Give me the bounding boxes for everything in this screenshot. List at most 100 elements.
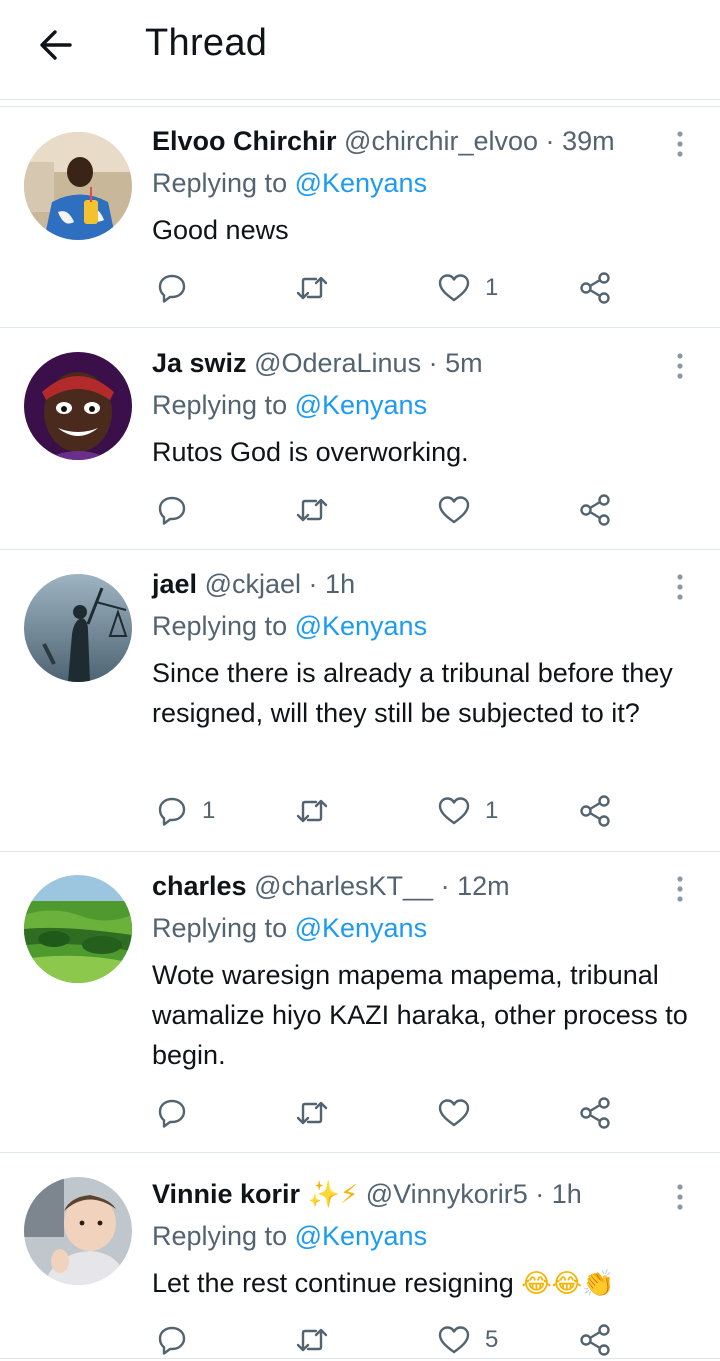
timestamp[interactable]: 12m [457,871,510,901]
page-title: Thread [145,22,268,64]
author-handle[interactable]: @OderaLinus [254,348,421,378]
share-icon [580,795,610,827]
avatar-image [24,1177,132,1285]
tweet-header: Ja swiz @OderaLinus · 5m [152,346,483,380]
reply-icon [158,274,186,303]
more-vertical-icon [677,1184,683,1210]
replying-to: Replying to @Kenyans [152,388,427,422]
more-button[interactable] [668,1179,692,1215]
author-handle[interactable]: @Vinnykorir5 [366,1179,528,1209]
like-button[interactable]: 1 [437,268,498,308]
author-name[interactable]: Elvoo Chirchir [152,126,337,156]
arrow-left-icon [40,30,72,60]
share-button[interactable] [578,1093,612,1133]
mention-link[interactable]: @Kenyans [295,168,427,198]
avatar[interactable] [24,1177,132,1285]
like-count: 5 [485,1326,499,1353]
retweet-icon [296,276,328,300]
replying-to-label: Replying to [152,168,295,198]
mention-link[interactable]: @Kenyans [295,1221,427,1251]
replying-to-label: Replying to [152,611,295,641]
mention-link[interactable]: @Kenyans [295,913,427,943]
retweet-button[interactable] [294,1093,344,1133]
author-name[interactable]: Ja swiz [152,348,247,378]
avatar[interactable] [24,132,132,240]
reply-icon [158,1326,186,1355]
reply-button[interactable]: 1 [156,791,215,831]
author-name[interactable]: charles [152,871,247,901]
more-button[interactable] [668,569,692,605]
tweet[interactable]: Vinnie korir ✨⚡ @Vinnykorir5 · 1h Replyi… [0,1177,720,1361]
heart-icon [438,797,470,825]
like-button[interactable] [437,490,485,530]
share-button[interactable] [578,1320,612,1360]
mention-link[interactable]: @Kenyans [295,611,427,641]
tweet-header: Vinnie korir ✨⚡ @Vinnykorir5 · 1h [152,1177,582,1211]
more-button[interactable] [668,871,692,907]
author-name[interactable]: jael [152,569,197,599]
share-icon [580,1097,610,1129]
author-name[interactable]: Vinnie korir [152,1179,300,1209]
author-handle[interactable]: @charlesKT__ [254,871,433,901]
tweet[interactable]: Ja swiz @OderaLinus · 5m Replying to @Ke… [0,346,720,549]
action-bar [152,1093,622,1133]
like-count: 1 [485,797,499,824]
reply-icon [158,496,186,525]
timestamp[interactable]: 39m [562,126,615,156]
replying-to-label: Replying to [152,390,295,420]
replying-to: Replying to @Kenyans [152,609,427,643]
retweet-button[interactable] [294,490,344,530]
timestamp[interactable]: 1h [325,569,355,599]
more-button[interactable] [668,126,692,162]
action-bar: 1 1 [152,791,622,831]
reply-button[interactable] [156,268,202,308]
share-icon [580,494,610,526]
tweet-header: jael @ckjael · 1h [152,567,355,601]
tweet-text: Wote waresign mapema mapema, tribunal wa… [152,960,688,1070]
separator-dot: · [545,126,555,156]
share-button[interactable] [578,791,612,831]
tweet[interactable]: Elvoo Chirchir @chirchir_elvoo · 39m Rep… [0,124,720,327]
reply-button[interactable] [156,1093,202,1133]
separator-dot: · [308,569,318,599]
tweet-text: Since there is already a tribunal before… [152,658,673,728]
share-button[interactable] [578,490,612,530]
avatar[interactable] [24,875,132,983]
divider [0,106,720,107]
timestamp[interactable]: 5m [445,348,483,378]
tweet-text-body: Let the rest continue resigning [152,1268,514,1298]
avatar[interactable] [24,574,132,682]
reply-button[interactable] [156,490,202,530]
replying-to: Replying to @Kenyans [152,1219,427,1253]
share-icon [580,272,610,304]
heart-icon [438,1099,470,1127]
timestamp[interactable]: 1h [552,1179,582,1209]
heart-icon [438,1326,470,1354]
like-button[interactable]: 5 [437,1320,498,1360]
avatar-image [24,132,132,240]
avatar[interactable] [24,352,132,460]
tweet[interactable]: jael @ckjael · 1h Replying to @Kenyans S… [0,567,720,851]
mention-link[interactable]: @Kenyans [295,390,427,420]
divider [0,851,720,852]
retweet-button[interactable] [294,1320,344,1360]
tweet-text: Good news [152,215,289,245]
reply-count: 1 [202,797,216,824]
tweet-text: Rutos God is overworking. [152,437,469,467]
more-button[interactable] [668,348,692,384]
like-button[interactable] [437,1093,485,1133]
retweet-icon [296,1328,328,1352]
share-button[interactable] [578,268,612,308]
author-handle[interactable]: @chirchir_elvoo [344,126,538,156]
author-handle[interactable]: @ckjael [205,569,301,599]
retweet-button[interactable] [294,268,344,308]
reply-button[interactable] [156,1320,202,1360]
like-button[interactable]: 1 [437,791,498,831]
share-icon [580,1324,610,1356]
back-button[interactable] [36,25,76,65]
retweet-button[interactable] [294,791,344,831]
tweet[interactable]: charles @charlesKT__ · 12m Replying to @… [0,869,720,1153]
retweet-icon [296,498,328,522]
divider [0,549,720,550]
action-bar [152,490,622,530]
